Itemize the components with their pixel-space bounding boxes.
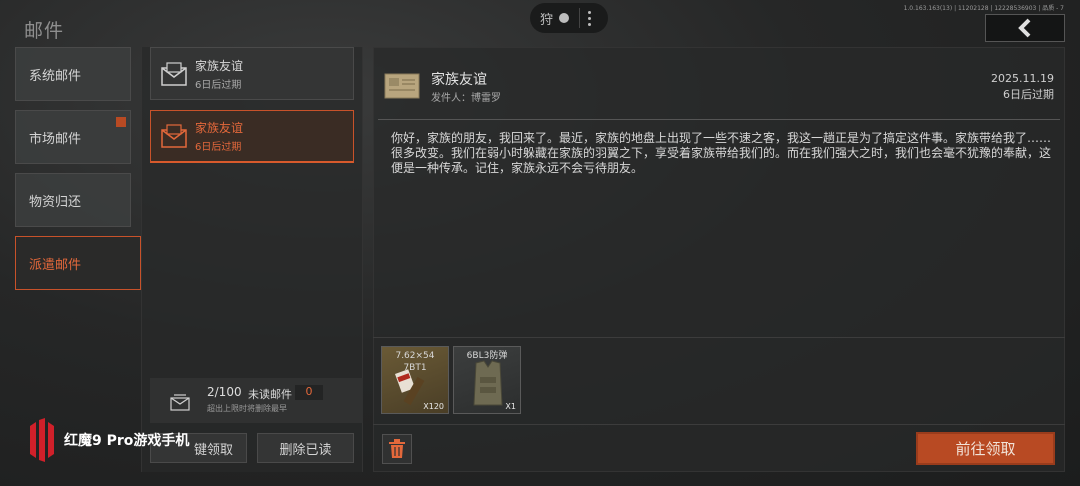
mail-expiry-detail: 6日后过期	[1003, 88, 1054, 101]
device-watermark: 红魔9 Pro游戏手机	[28, 418, 189, 462]
red-magic-logo-icon	[30, 418, 54, 462]
go-claim-label: 前往领取	[955, 440, 1016, 458]
letter-icon	[384, 73, 420, 99]
mail-expiry: 6日后过期	[195, 142, 242, 153]
mail-date: 2025.11.19	[991, 72, 1054, 85]
mail-counter-bar: 2/100 未读邮件 0 超出上限时将删除最早	[150, 378, 363, 423]
version-info: 1.0.163.163(13) | 11202128 | 12228536903…	[903, 5, 1064, 12]
unread-count: 0	[295, 385, 323, 400]
more-vertical-icon[interactable]	[588, 10, 592, 26]
category-label: 派遣邮件	[29, 257, 82, 273]
envelope-icon	[161, 61, 187, 86]
delete-mail-button[interactable]	[382, 434, 412, 464]
category-label: 系统邮件	[29, 68, 82, 84]
attachment-slot[interactable]: 7.62×54 7BT1 X120	[381, 346, 449, 414]
category-label: 物资归还	[29, 194, 82, 210]
claim-all-label: 键领取	[193, 442, 233, 458]
pill-divider	[579, 8, 581, 28]
watermark-text: 红魔9 Pro游戏手机	[64, 433, 190, 449]
mail-title: 家族友谊	[195, 121, 244, 135]
attachment-quantity: X1	[505, 402, 516, 411]
mail-title: 家族友谊	[195, 58, 244, 73]
delete-read-label: 删除已读	[279, 442, 332, 458]
mail-sender: 发件人：博雷罗	[431, 93, 501, 104]
attachment-slot[interactable]: 6BL3防弹 X1	[453, 346, 521, 414]
back-button[interactable]	[985, 14, 1065, 42]
mail-list-item-selected[interactable]: 家族友谊 6日后过期	[150, 110, 354, 163]
delete-read-button[interactable]: 删除已读	[257, 433, 354, 463]
category-tab-system[interactable]: 系统邮件	[15, 47, 131, 101]
mail-list-item[interactable]: 家族友谊 6日后过期	[150, 47, 354, 100]
mail-subject: 家族友谊	[431, 72, 487, 88]
attachment-quantity: X120	[423, 402, 444, 411]
hunt-label: 狩	[540, 12, 554, 28]
status-dot-icon	[559, 13, 570, 23]
mail-limit-hint: 超出上限时将删除最早	[207, 404, 287, 413]
category-tab-supplies[interactable]: 物资归还	[15, 173, 131, 227]
mail-body: 你好，家族的朋友，我回来了。最近，家族的地盘上出现了一些不速之客，我这一趟正是为…	[391, 131, 1052, 175]
page-title: 邮件	[24, 20, 65, 42]
category-tab-market[interactable]: 市场邮件	[15, 110, 131, 164]
notification-badge-icon	[116, 117, 126, 127]
category-label: 市场邮件	[29, 131, 82, 147]
attachment-name: 6BL3防弹	[466, 351, 508, 361]
mail-expiry: 6日后过期	[195, 79, 242, 91]
envelope-open-icon	[161, 124, 187, 148]
mail-count: 2/100	[207, 385, 242, 399]
category-tab-dispatch[interactable]: 派遣邮件	[15, 236, 141, 290]
detail-divider	[378, 119, 1060, 120]
unread-label: 未读邮件	[248, 388, 292, 401]
attachments-divider	[373, 337, 1065, 338]
hunt-status-pill[interactable]: 狩	[530, 3, 608, 33]
trash-icon	[389, 439, 405, 458]
footer-divider	[373, 424, 1065, 425]
chevron-left-icon	[1018, 18, 1031, 38]
mailbox-icon	[170, 394, 190, 411]
go-claim-button[interactable]: 前往领取	[916, 432, 1055, 465]
attachment-name: 7.62×54 7BT1	[395, 351, 435, 373]
